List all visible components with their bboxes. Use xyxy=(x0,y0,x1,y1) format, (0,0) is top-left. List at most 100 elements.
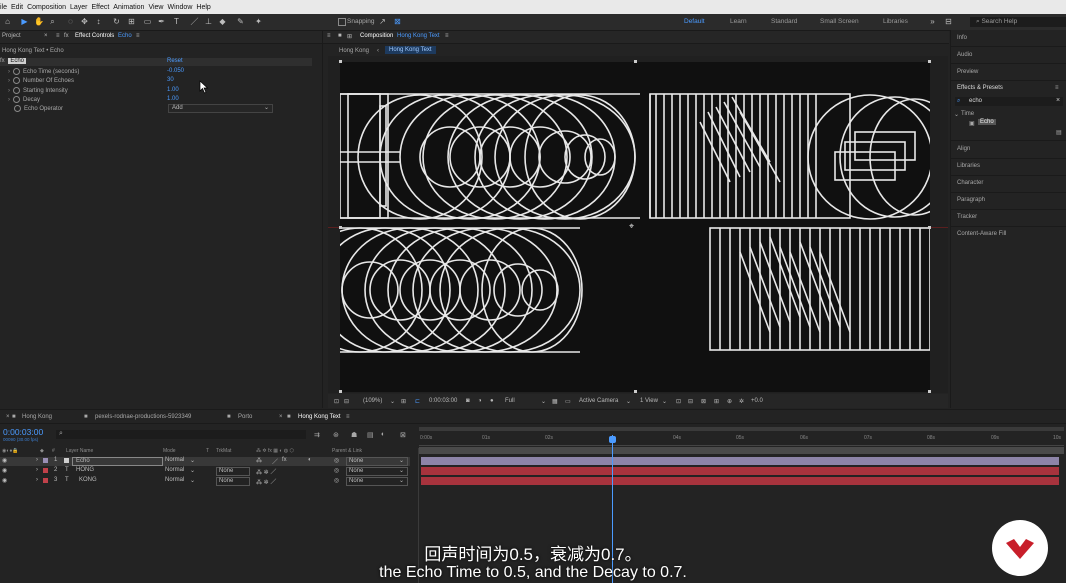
panel-menu-icon[interactable]: ≡ xyxy=(136,33,140,39)
zoom-tool-icon[interactable]: ⌕ xyxy=(48,17,57,26)
effect-reset-link[interactable]: Reset xyxy=(167,58,183,64)
panel-info[interactable]: Info xyxy=(957,35,967,41)
panel-menu-icon[interactable]: ≡ xyxy=(327,33,331,39)
panel-audio[interactable]: Audio xyxy=(957,52,972,58)
effect-name[interactable]: Echo xyxy=(8,58,27,64)
echo-time-value[interactable]: -0.050 xyxy=(167,68,184,74)
adjustment-switch-icon[interactable]: ◐ xyxy=(308,457,312,463)
chevron-down-icon[interactable]: ⌄ xyxy=(626,398,631,405)
timeline-icon[interactable]: ⊞ xyxy=(714,398,719,405)
stopwatch-icon[interactable] xyxy=(13,77,20,84)
search-help-input[interactable]: ⌕ Search Help xyxy=(970,17,1066,27)
stopwatch-icon[interactable] xyxy=(13,87,20,94)
layer-mode[interactable]: Normal xyxy=(165,457,184,463)
layer-mode[interactable]: Normal xyxy=(165,477,184,483)
toggle-pixel-aspect-icon[interactable]: ⊟ xyxy=(688,398,693,405)
expand-layer-icon[interactable]: › xyxy=(36,467,38,473)
menu-animation[interactable]: Animation xyxy=(113,4,144,11)
chevron-down-icon[interactable]: ⌄ xyxy=(541,398,546,405)
pickwhip-icon[interactable]: ◎ xyxy=(334,477,339,484)
panel-align[interactable]: Align xyxy=(957,146,970,152)
dolly-tool-icon[interactable]: ↕ xyxy=(94,17,103,26)
chevron-down-icon[interactable]: ⌄ xyxy=(399,457,404,464)
graph-editor-icon[interactable]: ⊠ xyxy=(400,431,406,439)
selection-handle[interactable] xyxy=(634,60,637,63)
menu-effect[interactable]: Effect xyxy=(92,4,110,11)
selection-tool-icon[interactable]: ▶ xyxy=(20,17,29,26)
exposure-reset-icon[interactable]: ✲ xyxy=(739,398,744,405)
pickwhip-icon[interactable]: ◎ xyxy=(334,457,339,464)
column-mode[interactable]: Mode xyxy=(163,448,176,454)
time-navigator[interactable] xyxy=(419,427,1064,431)
home-icon[interactable]: ⌂ xyxy=(3,17,12,26)
rotate-tool-icon[interactable]: ↻ xyxy=(112,17,121,26)
effects-result-echo[interactable]: Echo xyxy=(978,119,996,125)
camera-dropdown[interactable]: Active Camera xyxy=(579,398,618,404)
tab-project[interactable]: Project xyxy=(2,33,21,39)
workspace-default[interactable]: Default xyxy=(684,18,705,25)
panel-menu-icon[interactable]: ≡ xyxy=(1055,85,1059,91)
stopwatch-icon[interactable] xyxy=(13,96,20,103)
menu-file[interactable]: ile xyxy=(0,4,7,11)
tab-effect-controls[interactable]: Effect Controls xyxy=(75,33,114,39)
draft-3d-icon[interactable]: ⊛ xyxy=(333,431,339,439)
workspace-overflow-icon[interactable]: » xyxy=(928,17,937,26)
stopwatch-icon[interactable] xyxy=(13,68,20,75)
selection-handle[interactable] xyxy=(928,60,931,63)
fit-icon[interactable]: ⊞ xyxy=(401,398,406,405)
panel-character[interactable]: Character xyxy=(957,180,983,186)
comp-breadcrumb-hong-kong-text[interactable]: Hong Kong Text xyxy=(385,46,436,54)
layer-row[interactable]: ◉ › 1 Echo Normal ⌄ ⁂ ／ fx ◐ ◎ None ⌄ xyxy=(0,457,410,466)
snapping-checkbox[interactable] xyxy=(338,18,346,26)
echo-operator-dropdown[interactable]: Add ⌄ xyxy=(168,104,273,113)
current-timecode[interactable]: 0:00:03:00 xyxy=(3,427,43,437)
column-layer-name[interactable]: Layer Name xyxy=(66,448,93,454)
chevron-down-icon[interactable]: ⌄ xyxy=(190,477,195,484)
tab-effect-target[interactable]: Echo xyxy=(118,33,132,39)
tab-close-icon[interactable]: × xyxy=(44,33,48,39)
menu-layer[interactable]: Layer xyxy=(70,4,88,11)
video-toggle-icon[interactable]: ◉ xyxy=(2,457,7,464)
layer-label-color[interactable] xyxy=(43,478,48,483)
toggle-mask-icon[interactable]: ▭ xyxy=(565,398,571,405)
panel-effects-presets[interactable]: Effects & Presets xyxy=(957,85,1003,91)
expand-layer-icon[interactable]: › xyxy=(36,457,38,463)
clear-search-icon[interactable]: × xyxy=(1056,97,1060,104)
panel-preview[interactable]: Preview xyxy=(957,69,978,75)
transparency-grid-icon[interactable]: ▦ xyxy=(552,398,558,405)
effect-header-row[interactable]: fx Echo Reset xyxy=(0,58,312,66)
viewer-timecode[interactable]: 0:00:03:00 xyxy=(429,398,457,404)
decay-value[interactable]: 1.00 xyxy=(167,96,179,102)
layer-duration-bar[interactable] xyxy=(421,467,1059,475)
selection-handle[interactable] xyxy=(928,390,931,393)
lock-icon[interactable]: ■ xyxy=(338,33,342,39)
pan-tool-icon[interactable]: ✥ xyxy=(80,17,89,26)
effects-category[interactable]: Time xyxy=(961,111,974,117)
playhead-handle[interactable] xyxy=(609,436,616,443)
layer-label-color[interactable] xyxy=(43,458,48,463)
lock-icon[interactable]: ≡ xyxy=(56,33,60,39)
layer-duration-bar[interactable] xyxy=(421,477,1059,485)
menu-help[interactable]: Help xyxy=(196,4,210,11)
hand-tool-icon[interactable]: ✋ xyxy=(34,17,44,26)
work-area-bar[interactable] xyxy=(419,447,1064,454)
new-preset-icon[interactable]: ▤ xyxy=(1056,129,1062,136)
menu-edit[interactable]: Edit xyxy=(11,4,23,11)
effect-fx-badge[interactable]: fx xyxy=(0,58,5,64)
layer-label-color[interactable] xyxy=(43,468,48,473)
layer-name[interactable]: KONG xyxy=(79,477,97,483)
shy-switch-icon[interactable]: ⁂ ✲ ／ xyxy=(256,477,276,486)
column-parent[interactable]: Parent & Link xyxy=(332,448,362,454)
sync-settings-icon[interactable]: ⊟ xyxy=(944,17,953,26)
layer-mode[interactable]: Normal xyxy=(165,467,184,473)
column-trkmat[interactable]: TrkMat xyxy=(216,448,231,454)
effects-search-input[interactable]: ⌕ echo × xyxy=(955,97,1063,106)
layer-name[interactable]: Echo xyxy=(72,457,163,466)
panel-paragraph[interactable]: Paragraph xyxy=(957,197,985,203)
show-snapshot-icon[interactable]: ◑ xyxy=(478,398,482,404)
timeline-tab-close-icon[interactable]: × xyxy=(279,414,283,420)
timeline-tab-close-icon[interactable]: × xyxy=(6,414,10,420)
timeline-tab-hong-kong[interactable]: Hong Kong xyxy=(22,414,52,420)
quality-switch-icon[interactable]: ／ xyxy=(272,457,278,466)
shy-switch-icon[interactable]: ⁂ xyxy=(256,457,262,464)
